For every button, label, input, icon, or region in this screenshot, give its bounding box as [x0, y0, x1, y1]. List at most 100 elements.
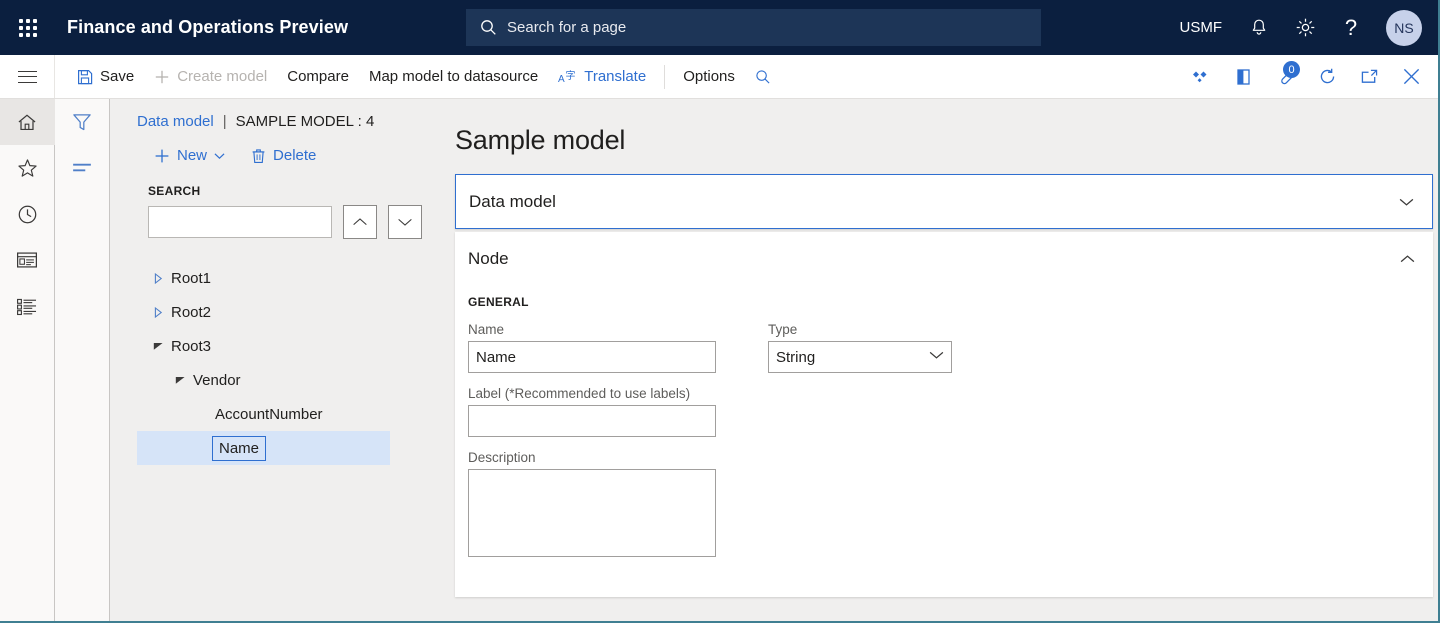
map-model-label: Map model to datasource: [369, 68, 538, 85]
top-navigation-bar: Finance and Operations Preview Search fo…: [0, 0, 1438, 55]
translate-icon: A 字: [558, 68, 577, 85]
field-name: Name: [468, 322, 768, 373]
notifications-button[interactable]: [1236, 0, 1282, 55]
label-input[interactable]: [468, 405, 716, 437]
map-model-to-datasource-button[interactable]: Map model to datasource: [359, 55, 548, 98]
tree-item-label: Root2: [168, 303, 214, 322]
rail-item-recent[interactable]: [0, 191, 55, 237]
name-input[interactable]: [468, 341, 716, 373]
save-button[interactable]: Save: [67, 55, 144, 98]
tree-item-name[interactable]: Name: [137, 431, 390, 465]
tree-search-input[interactable]: [148, 206, 332, 238]
breadcrumb-separator: |: [223, 113, 227, 130]
rail-item-home[interactable]: [0, 99, 55, 145]
node-general-column: GENERAL Name Label (*Recommended to use …: [468, 295, 768, 575]
breadcrumb-current: SAMPLE MODEL : 4: [236, 113, 375, 130]
navigation-pane-toggle[interactable]: [0, 55, 55, 98]
clock-icon: [17, 204, 38, 225]
search-next-button[interactable]: [388, 205, 422, 239]
tree-expand-expanded-icon[interactable]: [170, 376, 190, 385]
application-window: Finance and Operations Preview Search fo…: [0, 0, 1440, 623]
description-textarea[interactable]: [468, 469, 716, 557]
delete-button[interactable]: Delete: [245, 143, 322, 168]
page-body: Data model | SAMPLE MODEL : 4 New: [0, 99, 1438, 621]
new-button[interactable]: New: [148, 143, 231, 168]
chevron-down-icon: [397, 217, 413, 227]
list-view-button[interactable]: [55, 145, 110, 191]
command-bar-right-actions: 0: [1180, 55, 1432, 98]
svg-text:A: A: [558, 74, 565, 85]
search-icon: [480, 19, 497, 36]
delete-label: Delete: [273, 147, 316, 164]
tree-expand-collapsed-icon[interactable]: [148, 307, 168, 318]
tree-expand-collapsed-icon[interactable]: [148, 273, 168, 284]
question-mark-icon: ?: [1345, 17, 1357, 39]
options-button[interactable]: Options: [673, 55, 745, 98]
open-in-new-window-button[interactable]: [1348, 55, 1390, 98]
translate-button[interactable]: A 字 Translate: [548, 55, 656, 98]
tree-item-vendor[interactable]: Vendor: [148, 363, 434, 397]
create-model-button[interactable]: Create model: [144, 55, 277, 98]
svg-text:字: 字: [566, 69, 576, 82]
tree-item-label: AccountNumber: [212, 405, 326, 424]
trash-icon: [251, 148, 266, 164]
company-selector[interactable]: USMF: [1166, 19, 1237, 36]
attachment-count-badge: 0: [1283, 61, 1300, 78]
close-icon: [1402, 67, 1421, 86]
breadcrumb-link-data-model[interactable]: Data model: [137, 113, 214, 130]
search-icon: [755, 69, 771, 85]
app-launcher-button[interactable]: [0, 0, 56, 55]
workspace-icon: [16, 251, 38, 269]
secondary-rail: [55, 99, 110, 621]
fasttab-data-model-label: Data model: [469, 192, 556, 212]
personalize-diamonds-icon: [1191, 69, 1211, 85]
tree-item-label: Root1: [168, 269, 214, 288]
settings-button[interactable]: [1282, 0, 1328, 55]
fasttab-node: Node GENERAL Name: [455, 232, 1433, 597]
compare-button[interactable]: Compare: [277, 55, 359, 98]
page-title: Sample model: [455, 125, 1438, 156]
type-select[interactable]: String: [768, 341, 952, 373]
command-bar-items: Save Create model Compare Map model to d…: [67, 55, 781, 98]
book-icon: [1235, 68, 1252, 86]
filter-button[interactable]: [55, 99, 110, 145]
tree-toolbar: New: [148, 143, 434, 168]
field-description-label: Description: [468, 450, 768, 465]
navigation-rail: [0, 99, 55, 621]
rail-item-workspaces[interactable]: [0, 237, 55, 283]
tree-item-root3[interactable]: Root3: [148, 329, 434, 363]
refresh-button[interactable]: [1306, 55, 1348, 98]
fasttab-data-model[interactable]: Data model: [455, 174, 1433, 229]
fasttab-data-model-header[interactable]: Data model: [456, 175, 1432, 228]
rail-item-favorites[interactable]: [0, 145, 55, 191]
tree-item-root1[interactable]: Root1: [148, 261, 434, 295]
user-avatar[interactable]: NS: [1386, 10, 1422, 46]
hamburger-icon: [18, 76, 37, 77]
search-row: [148, 205, 434, 239]
attachments-button[interactable]: 0: [1264, 55, 1306, 98]
field-name-label: Name: [468, 322, 768, 337]
fasttab-node-body: GENERAL Name Label (*Recommended to use …: [455, 285, 1433, 597]
new-label: New: [177, 147, 207, 164]
global-search-placeholder: Search for a page: [507, 19, 626, 36]
page-options-button[interactable]: [1222, 55, 1264, 98]
node-type-column: Type String: [768, 295, 1068, 575]
search-section-label: SEARCH: [148, 184, 434, 198]
tree-item-root2[interactable]: Root2: [148, 295, 434, 329]
search-previous-button[interactable]: [343, 205, 377, 239]
tree-item-label: Root3: [168, 337, 214, 356]
global-search-box[interactable]: Search for a page: [466, 9, 1041, 46]
tree-expand-expanded-icon[interactable]: [148, 342, 168, 351]
help-button[interactable]: ?: [1328, 0, 1374, 55]
rail-item-modules[interactable]: [0, 283, 55, 329]
tree-item-accountnumber[interactable]: AccountNumber: [148, 397, 434, 431]
field-type-label: Type: [768, 322, 1068, 337]
command-search-button[interactable]: [745, 55, 781, 98]
top-navigation-actions: USMF: [1166, 0, 1439, 55]
fasttab-node-label: Node: [468, 249, 509, 269]
section-header-general: GENERAL: [468, 295, 768, 309]
translate-label: Translate: [584, 68, 646, 85]
personalize-button[interactable]: [1180, 55, 1222, 98]
close-button[interactable]: [1390, 55, 1432, 98]
fasttab-node-header[interactable]: Node: [455, 232, 1433, 285]
